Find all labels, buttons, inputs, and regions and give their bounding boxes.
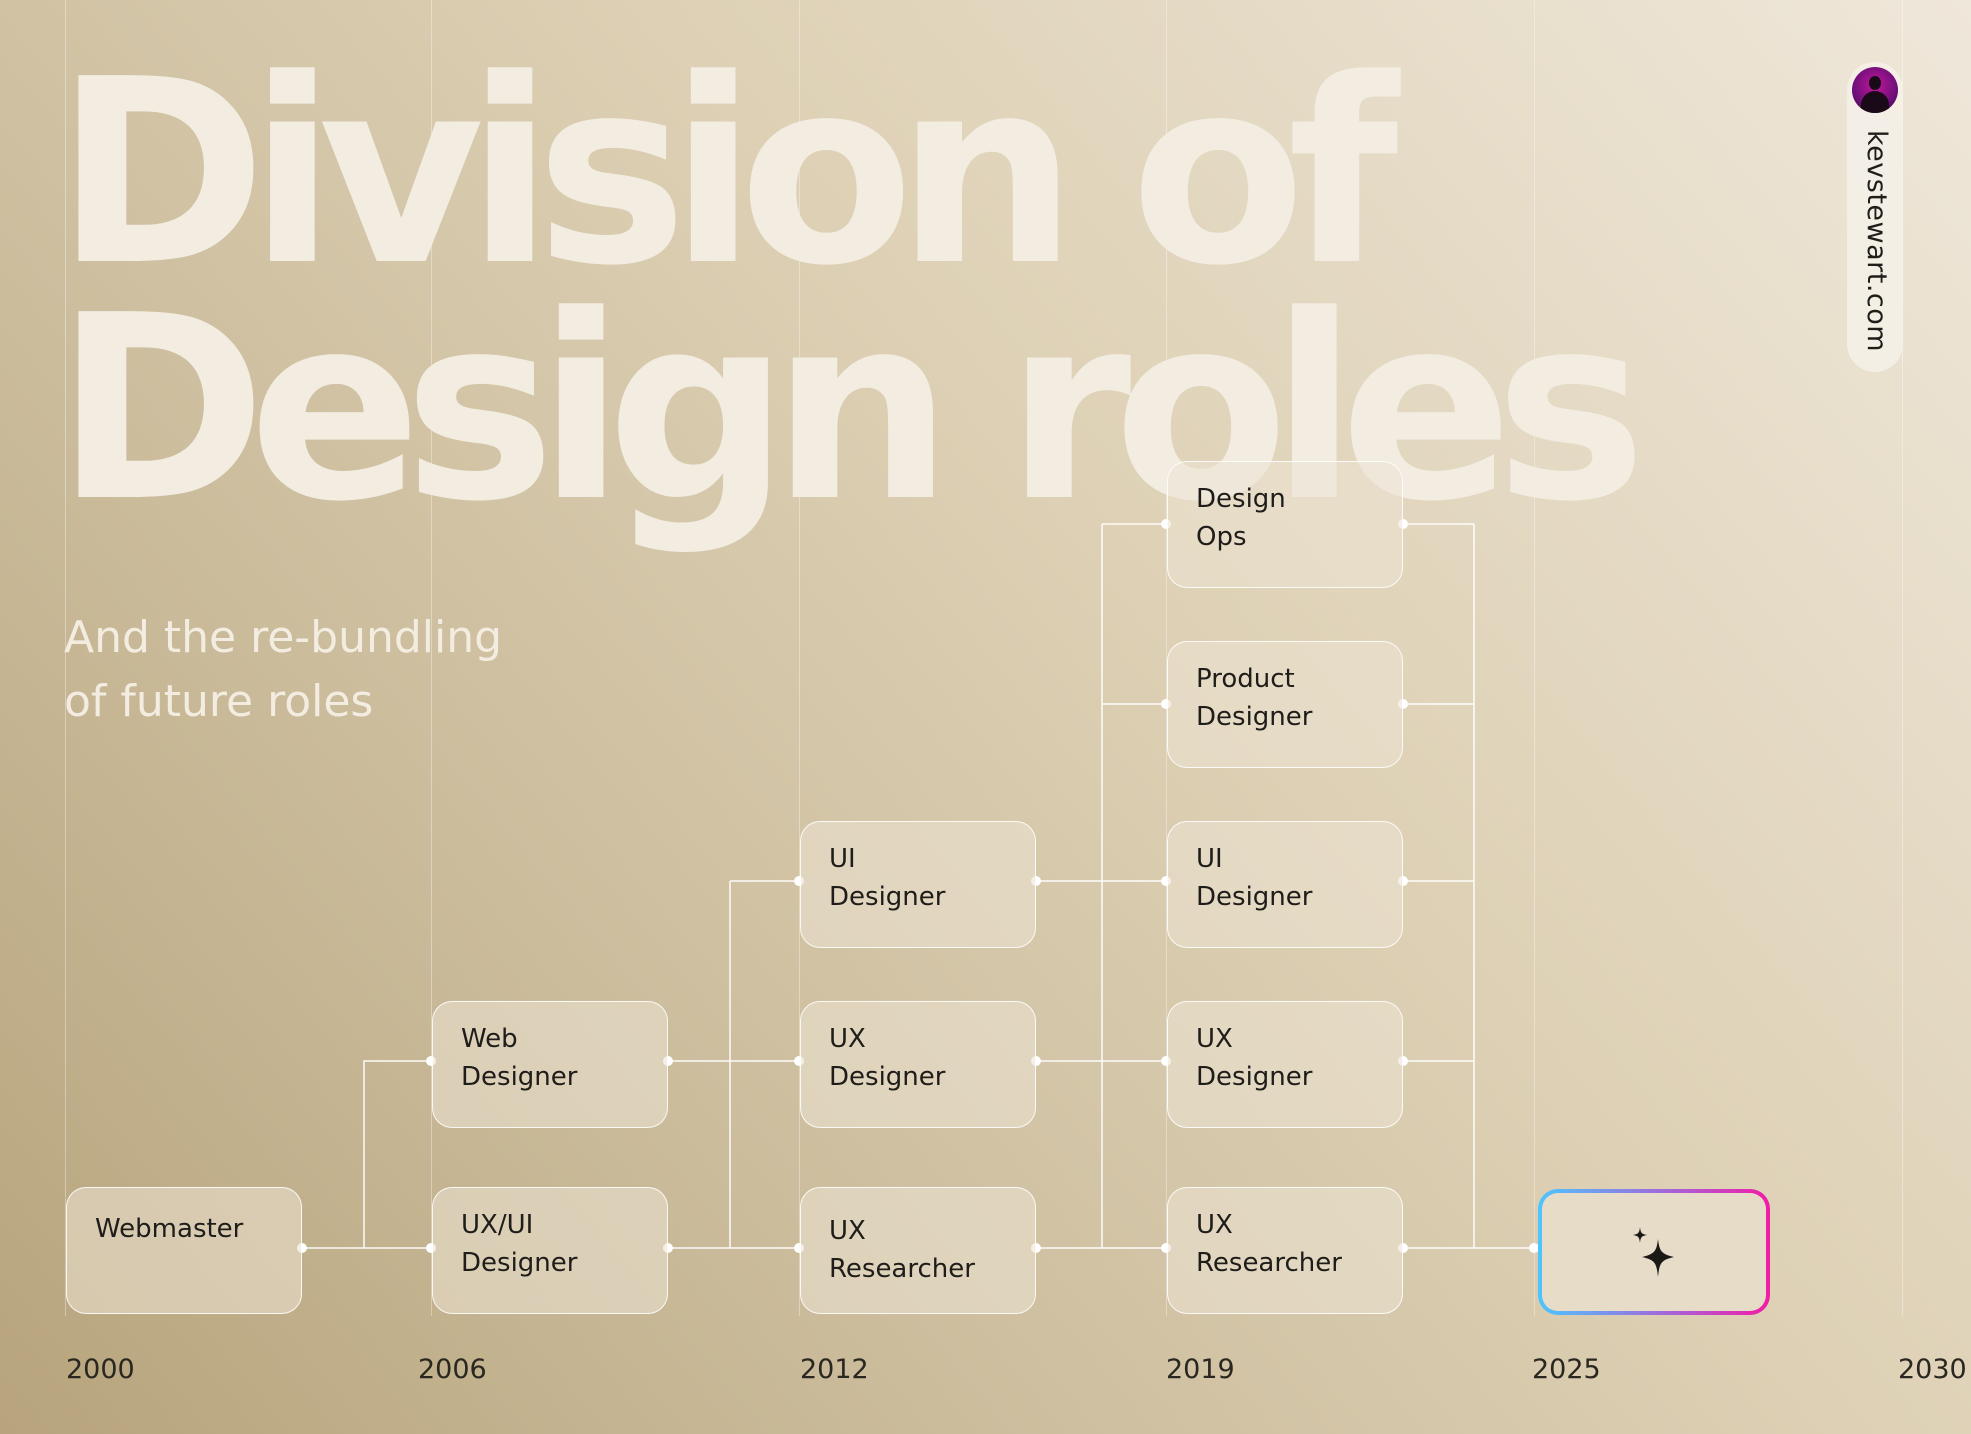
role-card-ui-designer-2012: UI Designer (800, 821, 1036, 948)
connector-webmaster (302, 1060, 431, 1249)
role-label: Web (461, 1024, 518, 1054)
role-label: Webmaster (95, 1214, 244, 1244)
role-label: Researcher (829, 1254, 975, 1284)
site-badge[interactable]: kevstewart.com (1847, 62, 1903, 372)
role-card-ux-ui-designer: UX/UI Designer (432, 1187, 668, 1314)
role-label: Designer (461, 1062, 578, 1092)
site-url[interactable]: kevstewart.com (1861, 130, 1892, 352)
role-card-ux-researcher-2012: UX Researcher (800, 1187, 1036, 1314)
sparkle-icon (1633, 1227, 1674, 1277)
role-label: UX (829, 1216, 866, 1246)
role-label: Designer (1196, 702, 1313, 732)
role-label: Design (1196, 484, 1286, 514)
role-label: Ops (1196, 522, 1247, 552)
role-label: Researcher (1196, 1248, 1342, 1278)
year-label-2006: 2006 (418, 1354, 487, 1385)
role-label: Designer (829, 882, 946, 912)
role-label: Designer (829, 1062, 946, 1092)
connector-2019 (1403, 523, 1534, 1249)
role-card-ux-designer-2019: UX Designer (1167, 1001, 1403, 1128)
year-label-2000: 2000 (66, 1354, 135, 1385)
role-label: Designer (461, 1248, 578, 1278)
role-label: UI (829, 844, 856, 874)
year-label-2012: 2012 (800, 1354, 869, 1385)
role-card-ux-researcher-2019: UX Researcher (1167, 1187, 1403, 1314)
role-card-design-ops: Design Ops (1167, 461, 1403, 588)
role-label: UX (1196, 1210, 1233, 1240)
role-label: Product (1196, 664, 1295, 694)
year-label-2025: 2025 (1532, 1354, 1601, 1385)
role-label: Designer (1196, 882, 1313, 912)
role-card-ui-designer-2019: UI Designer (1167, 821, 1403, 948)
connector-2006 (668, 880, 799, 1249)
year-label-2030: 2030 (1898, 1354, 1967, 1385)
year-label-2019: 2019 (1166, 1354, 1235, 1385)
role-card-web-designer: Web Designer (432, 1001, 668, 1128)
role-card-product-designer: Product Designer (1167, 641, 1403, 768)
role-card-ux-designer-2012: UX Designer (800, 1001, 1036, 1128)
role-label: UX/UI (461, 1210, 534, 1240)
role-label: Designer (1196, 1062, 1313, 1092)
diagram-stage: Division of Design roles And the re-bund… (0, 0, 1971, 1434)
avatar (1852, 67, 1898, 113)
role-label: UX (829, 1024, 866, 1054)
role-label: UX (1196, 1024, 1233, 1054)
future-role-card (1538, 1189, 1770, 1315)
role-label: UI (1196, 844, 1223, 874)
role-card-webmaster: Webmaster (66, 1187, 302, 1314)
connector-2012 (1036, 523, 1166, 1249)
